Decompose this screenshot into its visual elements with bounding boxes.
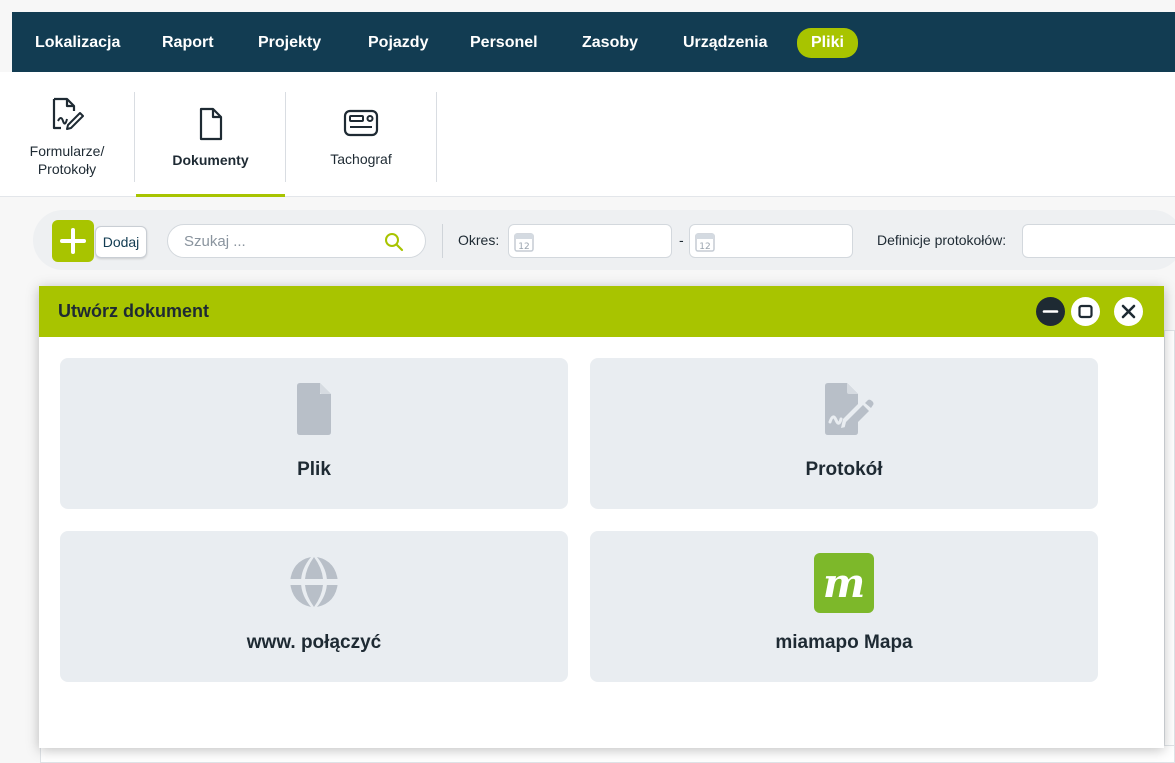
add-button-label[interactable]: Dodaj <box>95 226 147 258</box>
search-icon[interactable] <box>384 232 404 252</box>
calendar-day: 12 <box>699 242 710 252</box>
dialog-header: Utwórz dokument <box>39 286 1164 337</box>
document-card-edge <box>1164 330 1175 750</box>
option-protokol[interactable]: Protokół <box>590 358 1098 509</box>
nav-item-lokalizacja[interactable]: Lokalizacja <box>35 31 120 55</box>
maximize-icon <box>1078 304 1093 319</box>
toolbar-divider <box>442 224 443 258</box>
period-label: Okres: <box>458 232 500 248</box>
create-document-dialog: Utwórz dokument Plik Protokół www. połąc… <box>39 286 1164 748</box>
file-outline-icon <box>199 107 222 141</box>
file-signature-outline-icon <box>52 97 84 130</box>
file-icon <box>297 383 331 435</box>
dialog-title: Utwórz dokument <box>58 301 209 321</box>
sub-tab-bar: Formularze/ Protokoły Dokumenty Tachogra… <box>0 72 1175 197</box>
protocol-definitions-label: Definicje protokołów: <box>877 232 1007 248</box>
add-button[interactable] <box>52 220 94 262</box>
tachograph-icon <box>343 109 379 137</box>
logo-letter: m <box>823 560 865 607</box>
tab-divider <box>285 92 286 182</box>
top-navigation: Lokalizacja Raport Projekty Pojazdy Pers… <box>12 12 1175 72</box>
option-www-link[interactable]: www. połączyć <box>60 531 568 682</box>
nav-item-zasoby[interactable]: Zasoby <box>582 31 638 55</box>
tab-label: Protokoły <box>37 161 97 177</box>
tab-label: Formularze/ <box>29 143 105 159</box>
tab-label: Tachograf <box>330 151 392 167</box>
minimize-button[interactable] <box>1036 297 1065 326</box>
nav-item-personel[interactable]: Personel <box>470 31 538 55</box>
maximize-button[interactable] <box>1071 297 1100 326</box>
search-input[interactable]: Szukaj ... <box>167 224 426 258</box>
minimize-icon <box>1042 310 1059 313</box>
period-end-input[interactable]: 12 <box>689 224 853 258</box>
nav-item-projekty[interactable]: Projekty <box>258 31 321 55</box>
close-button[interactable] <box>1114 297 1143 326</box>
plus-icon <box>60 228 86 254</box>
option-label: www. połączyć <box>246 632 382 653</box>
close-icon <box>1121 304 1136 319</box>
tab-dokumenty[interactable]: Dokumenty <box>136 72 285 197</box>
active-tab-indicator <box>136 194 285 197</box>
tab-divider <box>436 92 437 182</box>
tab-label: Dokumenty <box>172 152 249 168</box>
nav-item-urzadzenia[interactable]: Urządzenia <box>683 31 767 55</box>
nav-item-raport[interactable]: Raport <box>162 31 214 55</box>
miamapo-logo: m <box>814 553 874 613</box>
option-miamapo-mapa[interactable]: m miamapo Mapa <box>590 531 1098 682</box>
calendar-icon[interactable]: 12 <box>513 231 535 253</box>
tab-formularze-protokoly[interactable]: Formularze/ Protokoły <box>0 72 134 197</box>
period-separator: - <box>679 232 684 248</box>
period-start-input[interactable]: 12 <box>508 224 672 258</box>
option-label: Plik <box>297 459 331 480</box>
file-signature-icon <box>825 383 874 435</box>
calendar-icon[interactable]: 12 <box>694 231 716 253</box>
nav-item-pojazdy[interactable]: Pojazdy <box>368 31 428 55</box>
globe-icon <box>288 557 340 607</box>
protocol-definitions-select[interactable] <box>1022 224 1175 258</box>
calendar-day: 12 <box>518 242 529 252</box>
nav-item-pliki[interactable]: Pliki <box>797 28 858 58</box>
tab-divider <box>134 92 135 182</box>
option-label: miamapo Mapa <box>775 632 913 653</box>
search-placeholder: Szukaj ... <box>184 233 246 250</box>
option-plik[interactable]: Plik <box>60 358 568 509</box>
option-label: Protokół <box>805 459 883 480</box>
tab-tachograf[interactable]: Tachograf <box>287 72 435 197</box>
